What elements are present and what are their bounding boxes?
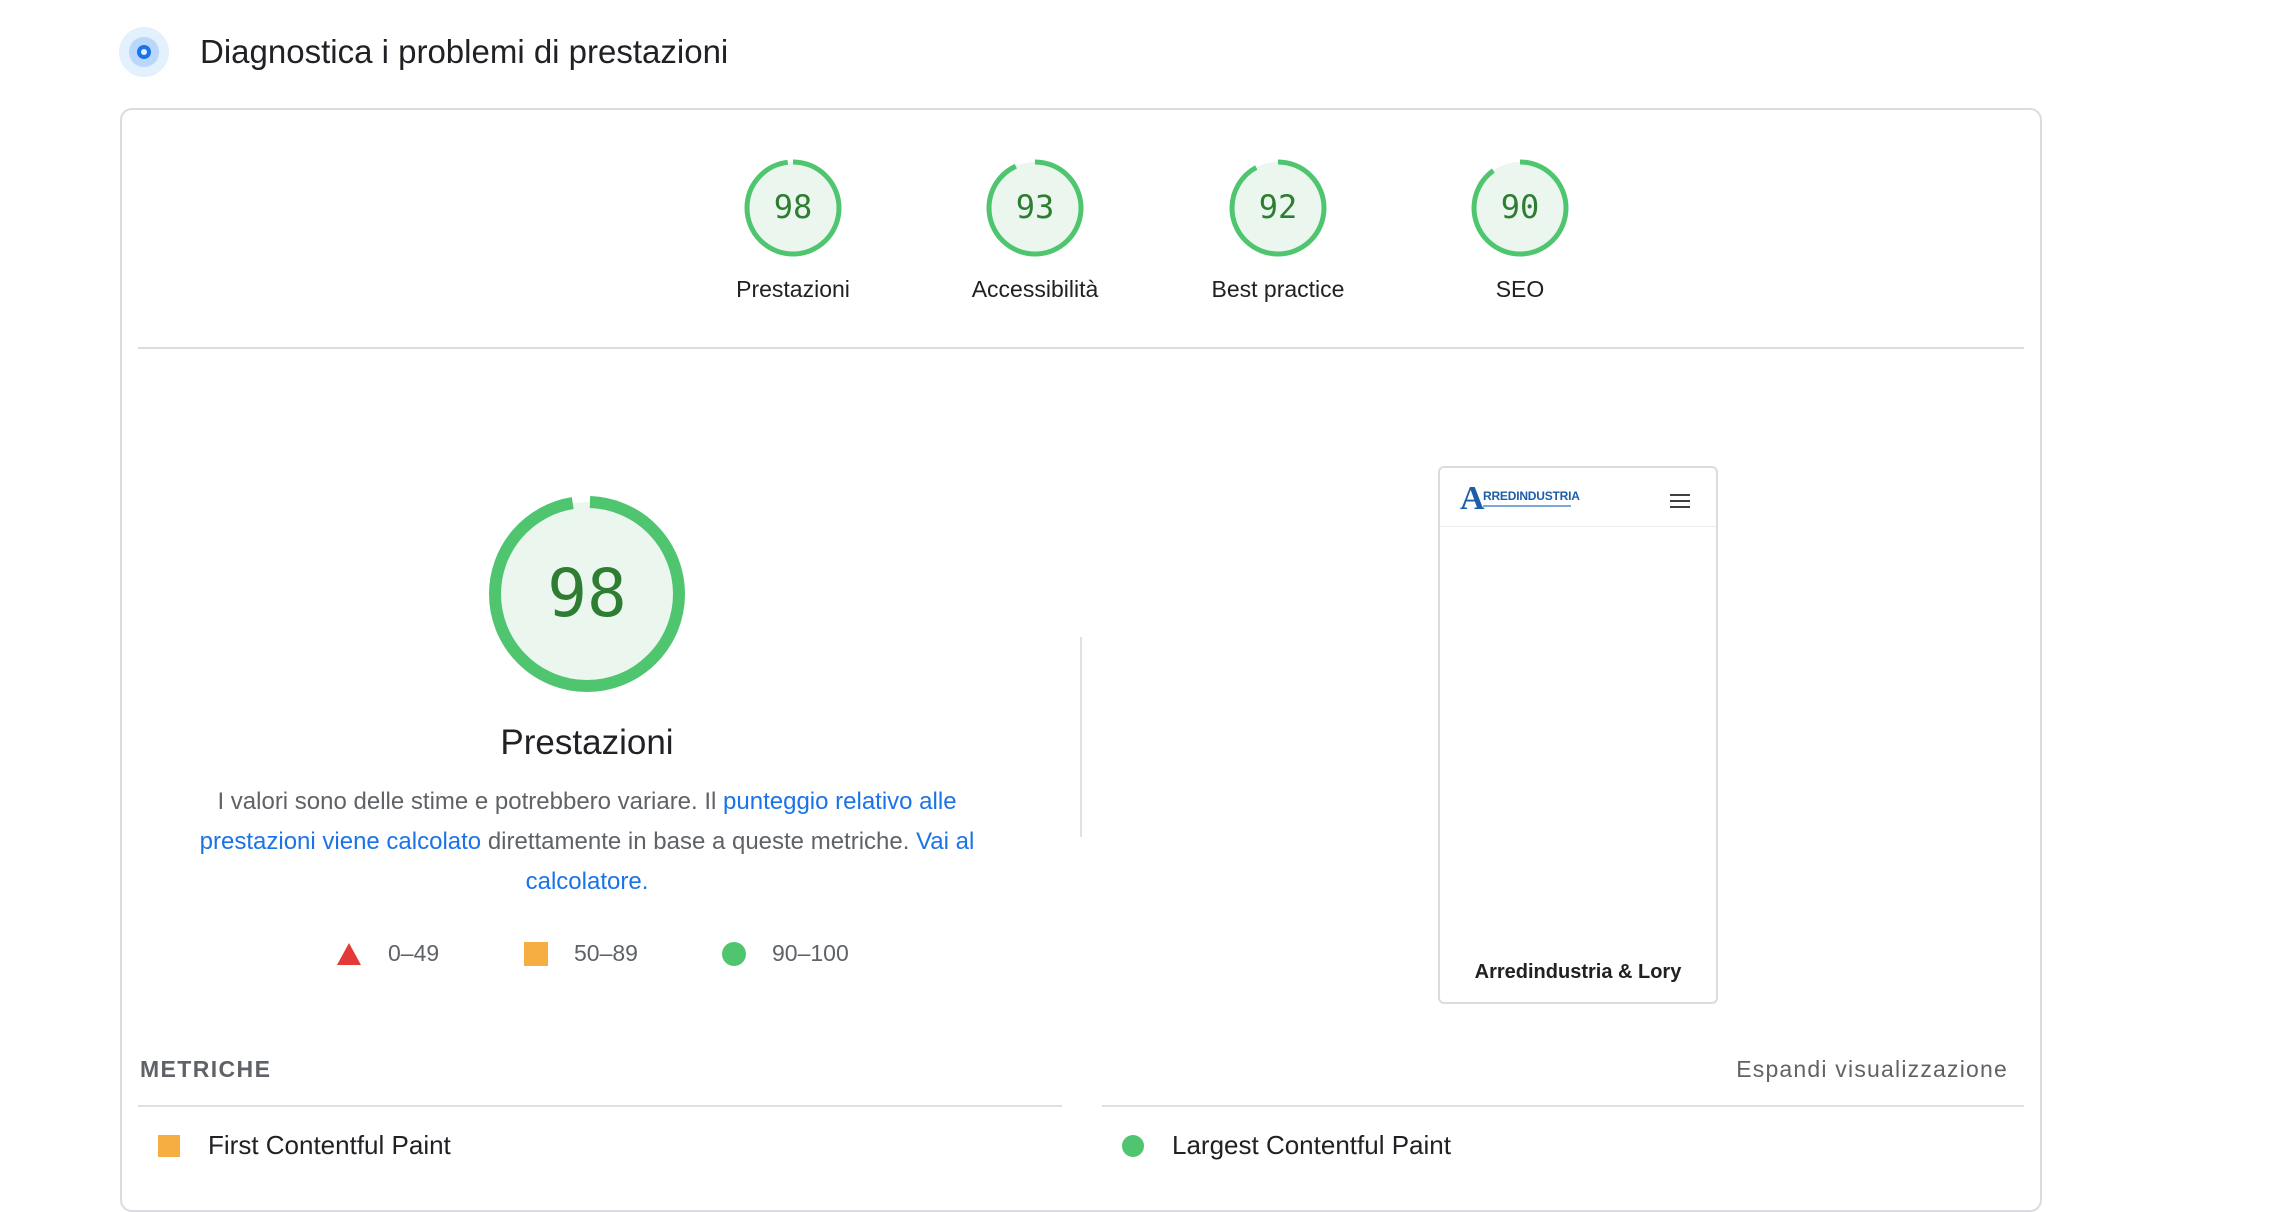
- site-logo-text: RREDINDUSTRIA: [1483, 489, 1580, 503]
- category-gauge-3[interactable]: 90 SEO: [1400, 158, 1640, 303]
- lighthouse-target-icon: [118, 26, 170, 78]
- category-label: Prestazioni: [736, 276, 850, 302]
- average-square-icon: [524, 941, 548, 966]
- main-gauge-title: Prestazioni: [500, 723, 674, 762]
- category-gauge-2[interactable]: 92 Best practice: [1158, 158, 1398, 303]
- metric-row-lcp: Largest Contentful Paint: [1122, 1130, 1451, 1161]
- legend-label: 0–49: [388, 940, 440, 966]
- pass-circle-icon: [722, 941, 746, 966]
- score-gauge-ring: 98: [744, 159, 842, 257]
- main-score-value: 98: [547, 555, 626, 632]
- divider: [1102, 1105, 2024, 1107]
- legend-item-fail: 0–49: [336, 940, 439, 967]
- divider: [138, 347, 2024, 349]
- description-text: direttamente in base a queste metriche.: [481, 828, 917, 855]
- category-gauge-1[interactable]: 93 Accessibilità: [915, 158, 1155, 303]
- legend-item-average: 50–89: [524, 940, 638, 967]
- average-square-icon: [158, 1134, 180, 1157]
- hamburger-menu-icon: [1670, 494, 1690, 508]
- pass-circle-icon: [1122, 1134, 1144, 1157]
- site-logo-underline: [1483, 505, 1571, 507]
- score-gauge-ring: 90: [1471, 159, 1569, 257]
- main-performance-gauge: 98: [122, 494, 1052, 694]
- category-label: Accessibilità: [971, 276, 1099, 302]
- screenshot-footer-text: Arredindustria & Lory: [1474, 961, 1682, 983]
- score-gauge-ring: 92: [1229, 159, 1327, 257]
- score-value: 92: [1259, 188, 1298, 226]
- category-label: Best practice: [1211, 276, 1345, 302]
- divider: [138, 1105, 1062, 1107]
- section-title: Diagnostica i problemi di prestazioni: [200, 33, 729, 70]
- fail-triangle-icon: [337, 942, 361, 965]
- score-description: I valori sono delle stime e potrebbero v…: [192, 782, 982, 902]
- legend-label: 90–100: [772, 940, 849, 966]
- category-label: SEO: [1495, 276, 1545, 302]
- description-text: I valori sono delle stime e potrebbero v…: [217, 788, 724, 815]
- metric-row-fcp: First Contentful Paint: [158, 1130, 451, 1161]
- score-value: 98: [774, 188, 813, 226]
- legend-label: 50–89: [574, 940, 638, 966]
- section-header: Diagnostica i problemi di prestazioni: [118, 26, 728, 78]
- site-logo-letter: A: [1460, 480, 1485, 517]
- report-card: 98 Prestazioni 93 Accessibilità 92 Best pract…: [120, 108, 2042, 1212]
- legend-item-pass: 90–100: [722, 940, 849, 967]
- metrics-heading: METRICHE: [140, 1056, 272, 1082]
- score-value: 93: [1016, 188, 1055, 226]
- metric-label: Largest Contentful Paint: [1172, 1130, 1451, 1160]
- category-gauge-0[interactable]: 98 Prestazioni: [673, 158, 913, 303]
- metric-label: First Contentful Paint: [208, 1130, 451, 1160]
- screenshot-header: A RREDINDUSTRIA: [1440, 468, 1716, 527]
- score-legend: 0–49 50–89 90–100: [122, 940, 1052, 972]
- score-value: 90: [1501, 188, 1540, 226]
- vertical-divider: [1080, 637, 1082, 837]
- expand-view-button[interactable]: Espandi visualizzazione: [1736, 1056, 2008, 1083]
- score-gauge-ring: 93: [986, 159, 1084, 257]
- page-screenshot-thumbnail[interactable]: A RREDINDUSTRIA Arredindustria & Lory: [1438, 466, 1718, 1004]
